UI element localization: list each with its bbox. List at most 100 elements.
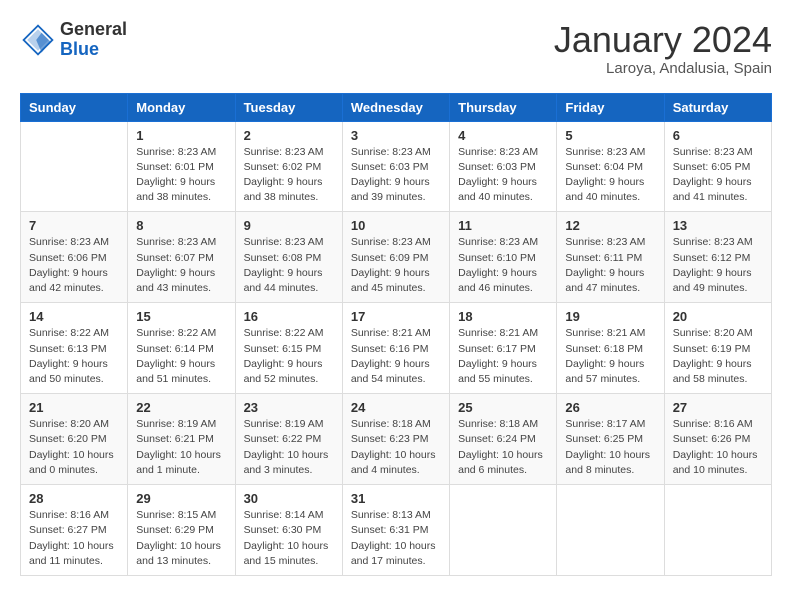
day-info: Sunrise: 8:23 AM Sunset: 6:01 PM Dayligh… [136, 145, 226, 206]
calendar-cell [450, 485, 557, 576]
day-number: 10 [351, 218, 441, 233]
calendar-cell: 22 Sunrise: 8:19 AM Sunset: 6:21 PM Dayli… [128, 394, 235, 485]
calendar-cell: 2Sunrise: 8:23 AM Sunset: 6:02 PM Daylig… [235, 121, 342, 212]
calendar-cell: 8 Sunrise: 8:23 AM Sunset: 6:07 PM Daylig… [128, 212, 235, 303]
day-info: Sunrise: 8:23 AM Sunset: 6:02 PM Dayligh… [244, 145, 334, 206]
day-number: 14 [29, 309, 119, 324]
day-info: Sunrise: 8:23 AM Sunset: 6:12 PM Dayligh… [673, 235, 763, 296]
day-info: Sunrise: 8:18 AM Sunset: 6:24 PM Dayligh… [458, 417, 548, 478]
calendar-cell: 30Sunrise: 8:14 AM Sunset: 6:30 PM Dayli… [235, 485, 342, 576]
week-row-2: 7 Sunrise: 8:23 AM Sunset: 6:06 PM Daylig… [21, 212, 772, 303]
day-info: Sunrise: 8:23 AM Sunset: 6:09 PM Dayligh… [351, 235, 441, 296]
day-number: 6 [673, 128, 763, 143]
day-info: Sunrise: 8:13 AM Sunset: 6:31 PM Dayligh… [351, 508, 441, 569]
day-number: 8 [136, 218, 226, 233]
calendar-cell: 17 Sunrise: 8:21 AM Sunset: 6:16 PM Dayli… [342, 303, 449, 394]
location-subtitle: Laroya, Andalusia, Spain [554, 60, 772, 77]
day-info: Sunrise: 8:21 AM Sunset: 6:18 PM Dayligh… [565, 326, 655, 387]
calendar-cell: 11 Sunrise: 8:23 AM Sunset: 6:10 PM Dayli… [450, 212, 557, 303]
month-title: January 2024 [554, 20, 772, 60]
title-block: January 2024 Laroya, Andalusia, Spain [554, 20, 772, 77]
day-info: Sunrise: 8:21 AM Sunset: 6:17 PM Dayligh… [458, 326, 548, 387]
calendar-cell: 21Sunrise: 8:20 AM Sunset: 6:20 PM Dayli… [21, 394, 128, 485]
calendar-body: 1Sunrise: 8:23 AM Sunset: 6:01 PM Daylig… [21, 121, 772, 575]
day-number: 15 [136, 309, 226, 324]
weekday-header-row: SundayMondayTuesdayWednesdayThursdayFrid… [21, 93, 772, 121]
day-info: Sunrise: 8:23 AM Sunset: 6:11 PM Dayligh… [565, 235, 655, 296]
calendar-cell: 25 Sunrise: 8:18 AM Sunset: 6:24 PM Dayli… [450, 394, 557, 485]
day-info: Sunrise: 8:23 AM Sunset: 6:03 PM Dayligh… [351, 145, 441, 206]
day-number: 13 [673, 218, 763, 233]
day-info: Sunrise: 8:22 AM Sunset: 6:15 PM Dayligh… [244, 326, 334, 387]
calendar-cell: 1Sunrise: 8:23 AM Sunset: 6:01 PM Daylig… [128, 121, 235, 212]
calendar-cell: 24Sunrise: 8:18 AM Sunset: 6:23 PM Dayli… [342, 394, 449, 485]
day-number: 7 [29, 218, 119, 233]
calendar-cell: 28Sunrise: 8:16 AM Sunset: 6:27 PM Dayli… [21, 485, 128, 576]
day-number: 25 [458, 400, 548, 415]
weekday-header-monday: Monday [128, 93, 235, 121]
logo-icon [20, 22, 56, 58]
weekday-header-wednesday: Wednesday [342, 93, 449, 121]
day-number: 19 [565, 309, 655, 324]
day-info: Sunrise: 8:19 AM Sunset: 6:22 PM Dayligh… [244, 417, 334, 478]
calendar-cell: 19 Sunrise: 8:21 AM Sunset: 6:18 PM Dayli… [557, 303, 664, 394]
logo-text: General Blue [60, 20, 127, 60]
calendar-cell: 9Sunrise: 8:23 AM Sunset: 6:08 PM Daylig… [235, 212, 342, 303]
day-number: 26 [565, 400, 655, 415]
week-row-4: 21Sunrise: 8:20 AM Sunset: 6:20 PM Dayli… [21, 394, 772, 485]
calendar-cell: 3 Sunrise: 8:23 AM Sunset: 6:03 PM Daylig… [342, 121, 449, 212]
calendar-cell: 4 Sunrise: 8:23 AM Sunset: 6:03 PM Daylig… [450, 121, 557, 212]
calendar-cell: 31Sunrise: 8:13 AM Sunset: 6:31 PM Dayli… [342, 485, 449, 576]
day-info: Sunrise: 8:16 AM Sunset: 6:26 PM Dayligh… [673, 417, 763, 478]
day-info: Sunrise: 8:23 AM Sunset: 6:06 PM Dayligh… [29, 235, 119, 296]
day-info: Sunrise: 8:23 AM Sunset: 6:05 PM Dayligh… [673, 145, 763, 206]
day-number: 11 [458, 218, 548, 233]
day-number: 20 [673, 309, 763, 324]
day-info: Sunrise: 8:16 AM Sunset: 6:27 PM Dayligh… [29, 508, 119, 569]
calendar-table: SundayMondayTuesdayWednesdayThursdayFrid… [20, 93, 772, 576]
day-number: 24 [351, 400, 441, 415]
weekday-header-friday: Friday [557, 93, 664, 121]
calendar-cell: 18 Sunrise: 8:21 AM Sunset: 6:17 PM Dayli… [450, 303, 557, 394]
day-number: 12 [565, 218, 655, 233]
logo-general-text: General [60, 20, 127, 40]
weekday-header-thursday: Thursday [450, 93, 557, 121]
calendar-cell: 27 Sunrise: 8:16 AM Sunset: 6:26 PM Dayli… [664, 394, 771, 485]
day-number: 16 [244, 309, 334, 324]
calendar-cell [21, 121, 128, 212]
day-info: Sunrise: 8:17 AM Sunset: 6:25 PM Dayligh… [565, 417, 655, 478]
weekday-header-sunday: Sunday [21, 93, 128, 121]
day-info: Sunrise: 8:23 AM Sunset: 6:08 PM Dayligh… [244, 235, 334, 296]
day-number: 30 [244, 491, 334, 506]
day-number: 4 [458, 128, 548, 143]
logo-blue-text: Blue [60, 40, 127, 60]
day-info: Sunrise: 8:23 AM Sunset: 6:10 PM Dayligh… [458, 235, 548, 296]
day-info: Sunrise: 8:23 AM Sunset: 6:03 PM Dayligh… [458, 145, 548, 206]
logo: General Blue [20, 20, 127, 60]
week-row-3: 14 Sunrise: 8:22 AM Sunset: 6:13 PM Dayli… [21, 303, 772, 394]
calendar-cell: 23 Sunrise: 8:19 AM Sunset: 6:22 PM Dayli… [235, 394, 342, 485]
day-info: Sunrise: 8:23 AM Sunset: 6:07 PM Dayligh… [136, 235, 226, 296]
day-info: Sunrise: 8:23 AM Sunset: 6:04 PM Dayligh… [565, 145, 655, 206]
day-number: 17 [351, 309, 441, 324]
calendar-cell: 13 Sunrise: 8:23 AM Sunset: 6:12 PM Dayli… [664, 212, 771, 303]
calendar-cell: 6 Sunrise: 8:23 AM Sunset: 6:05 PM Daylig… [664, 121, 771, 212]
day-info: Sunrise: 8:15 AM Sunset: 6:29 PM Dayligh… [136, 508, 226, 569]
week-row-1: 1Sunrise: 8:23 AM Sunset: 6:01 PM Daylig… [21, 121, 772, 212]
day-info: Sunrise: 8:22 AM Sunset: 6:13 PM Dayligh… [29, 326, 119, 387]
day-number: 3 [351, 128, 441, 143]
day-number: 18 [458, 309, 548, 324]
calendar-cell: 26 Sunrise: 8:17 AM Sunset: 6:25 PM Dayli… [557, 394, 664, 485]
day-info: Sunrise: 8:21 AM Sunset: 6:16 PM Dayligh… [351, 326, 441, 387]
day-number: 22 [136, 400, 226, 415]
calendar-cell: 10 Sunrise: 8:23 AM Sunset: 6:09 PM Dayli… [342, 212, 449, 303]
day-number: 27 [673, 400, 763, 415]
week-row-5: 28Sunrise: 8:16 AM Sunset: 6:27 PM Dayli… [21, 485, 772, 576]
calendar-cell [664, 485, 771, 576]
day-number: 23 [244, 400, 334, 415]
day-info: Sunrise: 8:19 AM Sunset: 6:21 PM Dayligh… [136, 417, 226, 478]
calendar-cell [557, 485, 664, 576]
calendar-cell: 7 Sunrise: 8:23 AM Sunset: 6:06 PM Daylig… [21, 212, 128, 303]
calendar-cell: 5Sunrise: 8:23 AM Sunset: 6:04 PM Daylig… [557, 121, 664, 212]
calendar-cell: 16 Sunrise: 8:22 AM Sunset: 6:15 PM Dayli… [235, 303, 342, 394]
